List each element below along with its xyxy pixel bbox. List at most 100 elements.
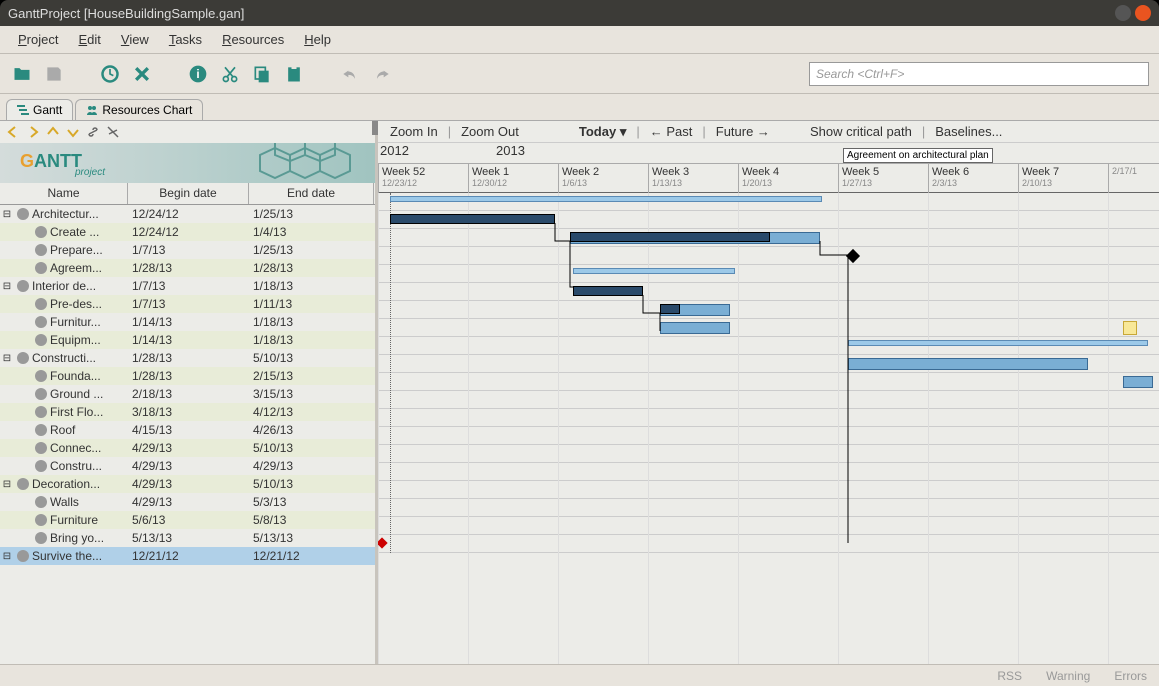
redo-button[interactable]	[370, 62, 394, 86]
info-button[interactable]: i	[186, 62, 210, 86]
statusbar: RSS Warning Errors	[0, 664, 1159, 686]
task-row[interactable]: Create ...12/24/121/4/13	[0, 223, 375, 241]
task-row[interactable]: Furnitur...1/14/131/18/13	[0, 313, 375, 331]
task-row[interactable]: Constru...4/29/134/29/13	[0, 457, 375, 475]
past-button[interactable]: ← Past	[644, 124, 699, 139]
tab-resources[interactable]: Resources Chart	[75, 99, 203, 120]
col-end[interactable]: End date	[249, 183, 374, 204]
task-row[interactable]: First Flo...3/18/134/12/13	[0, 403, 375, 421]
task-name: Ground ...	[50, 387, 103, 401]
milestone-label: Agreement on architectural plan	[843, 148, 993, 163]
nav-up-icon[interactable]	[46, 125, 60, 139]
collapse-handle[interactable]	[372, 121, 378, 135]
task-row[interactable]: Connec...4/29/135/10/13	[0, 439, 375, 457]
task-row[interactable]: ⊟Architectur...12/24/121/25/13	[0, 205, 375, 223]
search-input[interactable]: Search <Ctrl+F>	[809, 62, 1149, 86]
task-name: Prepare...	[50, 243, 103, 257]
task-row[interactable]: Walls4/29/135/3/13	[0, 493, 375, 511]
future-button[interactable]: Future →	[710, 124, 776, 139]
note-icon[interactable]	[1123, 321, 1137, 335]
expand-icon[interactable]: ⊟	[0, 353, 14, 364]
gantt-bar[interactable]	[660, 322, 730, 334]
gantt-chart[interactable]	[378, 193, 1159, 664]
zoom-in-button[interactable]: Zoom In	[384, 124, 444, 139]
task-tree-pane: GANTT project Name Begin date End date ⊟…	[0, 121, 378, 664]
gantt-bar[interactable]	[570, 232, 770, 242]
menu-tasks[interactable]: Tasks	[161, 28, 210, 51]
gantt-bar[interactable]	[848, 358, 1088, 370]
gantt-bar[interactable]	[1123, 376, 1153, 388]
task-row[interactable]: Ground ...2/18/133/15/13	[0, 385, 375, 403]
task-row[interactable]: ⊟Decoration...4/29/135/10/13	[0, 475, 375, 493]
task-name: Connec...	[50, 441, 101, 455]
task-row[interactable]: Pre-des...1/7/131/11/13	[0, 295, 375, 313]
close-button[interactable]	[1135, 5, 1151, 21]
menubar: Project Edit View Tasks Resources Help	[0, 26, 1159, 54]
menu-project[interactable]: Project	[10, 28, 66, 51]
task-name: First Flo...	[50, 405, 103, 419]
expand-icon[interactable]: ⊟	[0, 551, 14, 562]
gantt-bar[interactable]	[390, 196, 822, 202]
expand-icon[interactable]: ⊟	[0, 281, 14, 292]
expand-icon[interactable]: ⊟	[0, 479, 14, 490]
task-row[interactable]: Roof4/15/134/26/13	[0, 421, 375, 439]
window-title: GanttProject [HouseBuildingSample.gan]	[8, 6, 1115, 21]
task-name: Founda...	[50, 369, 101, 383]
gantt-bar[interactable]	[390, 214, 555, 224]
status-errors[interactable]: Errors	[1114, 669, 1147, 683]
col-begin[interactable]: Begin date	[128, 183, 249, 204]
today-button[interactable]: Today ▾	[573, 124, 632, 140]
gantt-bar[interactable]	[848, 340, 1148, 346]
refresh-button[interactable]	[98, 62, 122, 86]
task-name: Decoration...	[32, 477, 100, 491]
nav-down-icon[interactable]	[66, 125, 80, 139]
open-button[interactable]	[10, 62, 34, 86]
status-rss[interactable]: RSS	[997, 669, 1022, 683]
task-row[interactable]: Agreem...1/28/131/28/13	[0, 259, 375, 277]
zoom-out-button[interactable]: Zoom Out	[455, 124, 525, 139]
menu-edit[interactable]: Edit	[70, 28, 108, 51]
toolbar: i Search <Ctrl+F>	[0, 54, 1159, 94]
task-name: Walls	[50, 495, 79, 509]
baselines-button[interactable]: Baselines...	[929, 124, 1008, 139]
critical-path-button[interactable]: Show critical path	[804, 124, 918, 139]
menu-view[interactable]: View	[113, 28, 157, 51]
task-row[interactable]: Founda...1/28/132/15/13	[0, 367, 375, 385]
gantt-bar[interactable]	[573, 286, 643, 296]
gantt-bar[interactable]	[573, 268, 735, 274]
task-row[interactable]: ⊟Survive the...12/21/1212/21/12	[0, 547, 375, 565]
gantt-chart-pane: Zoom In | Zoom Out Today ▾ | ← Past | Fu…	[378, 121, 1159, 664]
gantt-icon	[17, 104, 29, 116]
undo-button[interactable]	[338, 62, 362, 86]
col-name[interactable]: Name	[0, 183, 128, 204]
save-button[interactable]	[42, 62, 66, 86]
copy-button[interactable]	[250, 62, 274, 86]
menu-resources[interactable]: Resources	[214, 28, 292, 51]
task-name: Interior de...	[32, 279, 96, 293]
svg-text:i: i	[196, 68, 199, 81]
gantt-bar[interactable]	[660, 304, 680, 314]
task-row[interactable]: Prepare...1/7/131/25/13	[0, 241, 375, 259]
timeline-header[interactable]: 20122013 Agreement on architectural plan…	[378, 143, 1159, 193]
task-row[interactable]: ⊟Constructi...1/28/135/10/13	[0, 349, 375, 367]
task-row[interactable]: Equipm...1/14/131/18/13	[0, 331, 375, 349]
nav-forward-icon[interactable]	[26, 125, 40, 139]
cut-button[interactable]	[218, 62, 242, 86]
nav-back-icon[interactable]	[6, 125, 20, 139]
expand-icon[interactable]: ⊟	[0, 209, 14, 220]
paste-button[interactable]	[282, 62, 306, 86]
task-name: Survive the...	[32, 549, 102, 563]
status-warning[interactable]: Warning	[1046, 669, 1090, 683]
link-icon[interactable]	[86, 125, 100, 139]
people-icon	[86, 104, 98, 116]
minimize-button[interactable]	[1115, 5, 1131, 21]
task-row[interactable]: Furniture5/6/135/8/13	[0, 511, 375, 529]
menu-help[interactable]: Help	[296, 28, 339, 51]
unlink-icon[interactable]	[106, 125, 120, 139]
delete-button[interactable]	[130, 62, 154, 86]
titlebar: GanttProject [HouseBuildingSample.gan]	[0, 0, 1159, 26]
task-tree[interactable]: ⊟Architectur...12/24/121/25/13Create ...…	[0, 205, 375, 664]
task-row[interactable]: Bring yo...5/13/135/13/13	[0, 529, 375, 547]
tab-gantt[interactable]: Gantt	[6, 99, 73, 120]
task-row[interactable]: ⊟Interior de...1/7/131/18/13	[0, 277, 375, 295]
